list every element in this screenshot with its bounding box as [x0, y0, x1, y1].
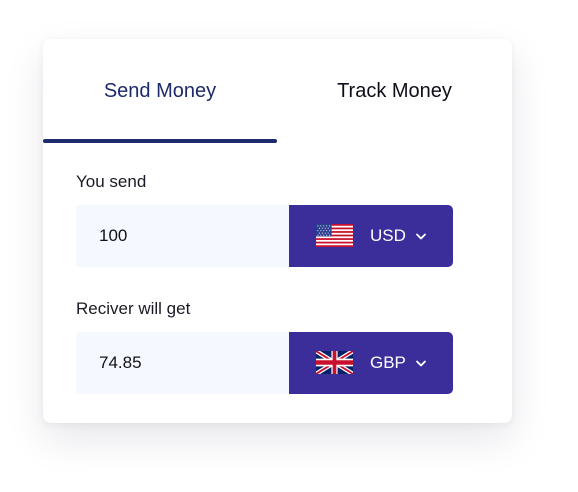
send-currency-code: USD: [370, 226, 406, 245]
uk-flag-icon: [316, 351, 353, 374]
money-transfer-card: Send Money Track Money You send 100 USD …: [43, 39, 512, 423]
tab-bar: Send Money Track Money: [43, 39, 512, 143]
send-amount-input[interactable]: [76, 205, 289, 267]
tab-track-money[interactable]: Track Money: [277, 39, 512, 143]
you-send-label: You send: [76, 172, 147, 191]
us-flag-icon: [316, 224, 353, 247]
receive-currency-code: GBP: [370, 353, 406, 372]
tab-send-money-label: Send Money: [103, 79, 217, 102]
receive-amount-box: [76, 332, 289, 394]
receive-currency-select[interactable]: GBP: [289, 332, 453, 394]
tab-track-money-label: Track Money: [337, 79, 452, 102]
send-currency-select[interactable]: USD: [289, 205, 453, 267]
chevron-down-icon: [416, 233, 426, 240]
tab-send-money[interactable]: Send Money: [43, 39, 277, 143]
chevron-down-icon: [416, 360, 426, 367]
active-tab-indicator: [43, 139, 277, 143]
receiver-will-get-label: Reciver will get: [76, 299, 191, 318]
receive-amount-input[interactable]: [76, 332, 289, 394]
send-amount-box: [76, 205, 289, 267]
